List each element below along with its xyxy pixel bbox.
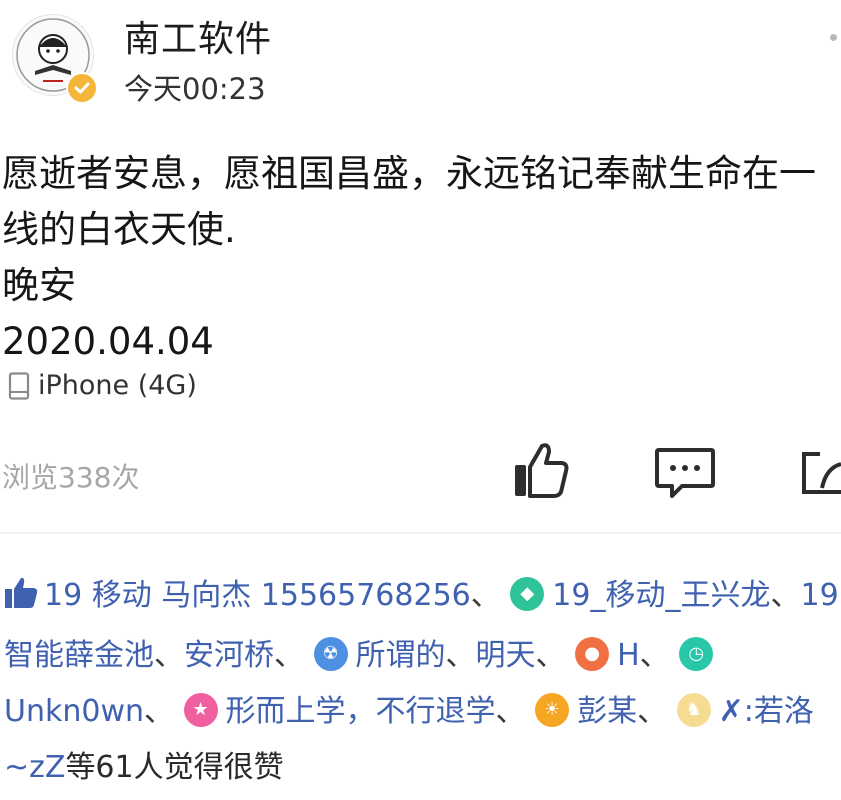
liker-name[interactable]: 安河桥 xyxy=(184,638,274,673)
liker-name[interactable]: 明天 xyxy=(476,638,536,673)
separator: 、 xyxy=(154,638,184,673)
separator: 、 xyxy=(535,638,566,673)
thumbs-up-icon xyxy=(4,572,38,628)
separator: 、 xyxy=(495,694,526,729)
comment-icon xyxy=(655,448,715,498)
liker-name[interactable]: 彭某 xyxy=(577,694,637,729)
separator: 、 xyxy=(445,638,476,673)
separator: 、 xyxy=(637,694,668,729)
comment-button[interactable] xyxy=(654,446,716,504)
sun-badge-icon: ☀ xyxy=(535,693,570,727)
liker-name[interactable]: 形而上学，不行退学 xyxy=(226,694,496,729)
more-options-icon[interactable] xyxy=(830,34,837,41)
view-count: 浏览338次 xyxy=(2,461,140,494)
liker-name[interactable]: Unkn0wn xyxy=(4,694,144,729)
likes-summary[interactable]: 等61人觉得很赞 xyxy=(65,750,283,785)
liker-name[interactable]: 所谓的 xyxy=(356,638,446,673)
separator: 、 xyxy=(770,578,801,613)
content-line: 2020.04.04 xyxy=(2,320,214,363)
device-info: iPhone (4G) xyxy=(8,370,197,401)
cat-badge-icon: ● xyxy=(575,637,610,671)
content-line: 愿逝者安息，愿祖国昌盛，永远铭记奉献生命在一线的白衣天使. xyxy=(2,152,816,251)
liker-name[interactable]: H xyxy=(617,638,640,673)
share-button[interactable] xyxy=(800,448,841,500)
radiation-badge-icon: ☢ xyxy=(313,637,348,671)
separator: 、 xyxy=(639,638,670,673)
shield-badge-icon: ◆ xyxy=(510,577,545,611)
liker-name[interactable]: 19_移动_王兴龙 xyxy=(552,578,770,613)
deer-badge-icon: ♞ xyxy=(676,693,711,727)
post-content: 愿逝者安息，愿祖国昌盛，永远铭记奉献生命在一线的白衣天使. 晚安 2020.04… xyxy=(2,146,838,370)
liker-name[interactable]: 19 移动 马向杰 15565768256 xyxy=(44,578,471,613)
post-time: 今天00:23 xyxy=(124,72,266,106)
star-badge-icon: ★ xyxy=(183,693,218,727)
phone-icon xyxy=(8,371,30,400)
separator: 、 xyxy=(470,578,501,613)
device-label: iPhone (4G) xyxy=(38,370,197,401)
content-line: 晚安 xyxy=(2,264,76,307)
separator: 、 xyxy=(144,694,174,729)
verified-check-icon xyxy=(66,72,98,104)
like-button[interactable] xyxy=(512,440,570,504)
x-mark-icon: ✗ xyxy=(718,694,744,729)
likes-list: 19 移动 马向杰 15565768256、 ◆ 19_移动_王兴龙、19智能薛金… xyxy=(4,568,839,796)
share-icon xyxy=(802,452,841,494)
divider xyxy=(0,532,841,534)
author-name[interactable]: 南工软件 xyxy=(124,10,272,62)
timer-badge-icon: ◷ xyxy=(679,637,714,671)
thumbs-up-icon xyxy=(515,443,569,498)
separator: 、 xyxy=(274,638,304,673)
